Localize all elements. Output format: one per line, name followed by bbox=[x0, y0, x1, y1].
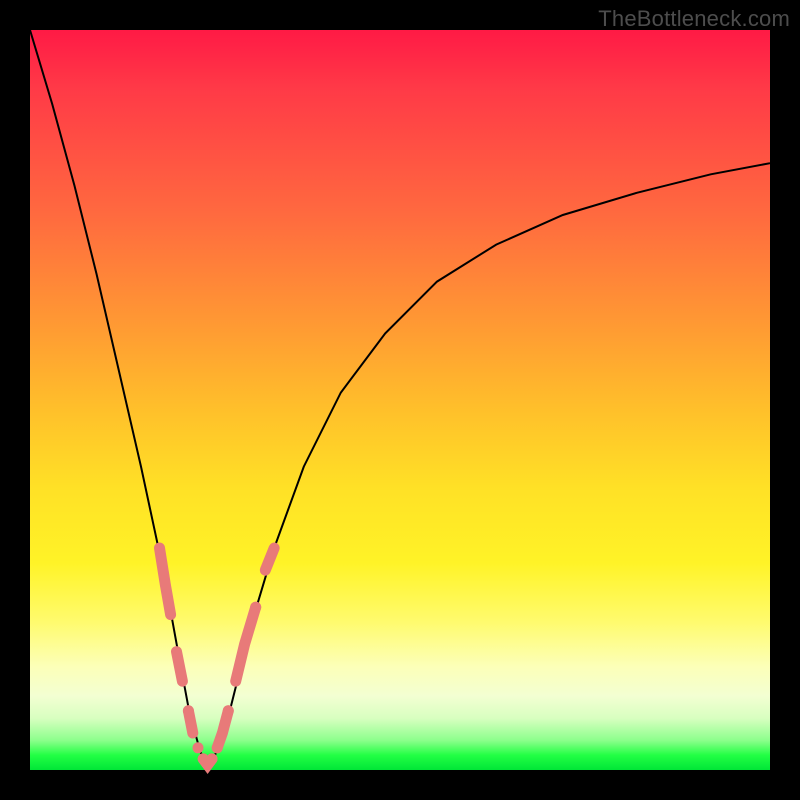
accent-dot bbox=[207, 753, 218, 764]
chart-container: TheBottleneck.com bbox=[0, 0, 800, 800]
plot-area bbox=[30, 30, 770, 770]
accent-segment bbox=[236, 607, 256, 681]
accent-dot bbox=[223, 705, 234, 716]
accent-segment bbox=[177, 652, 183, 682]
accent-markers-group bbox=[160, 548, 275, 765]
accent-segment bbox=[265, 548, 274, 570]
watermark-text: TheBottleneck.com bbox=[598, 6, 790, 32]
accent-segment bbox=[188, 711, 192, 733]
accent-segment bbox=[160, 548, 171, 615]
bottleneck-curve bbox=[30, 30, 770, 766]
curve-svg bbox=[30, 30, 770, 770]
accent-dot bbox=[250, 602, 261, 613]
accent-dot bbox=[193, 742, 204, 753]
accent-segment bbox=[217, 711, 228, 748]
